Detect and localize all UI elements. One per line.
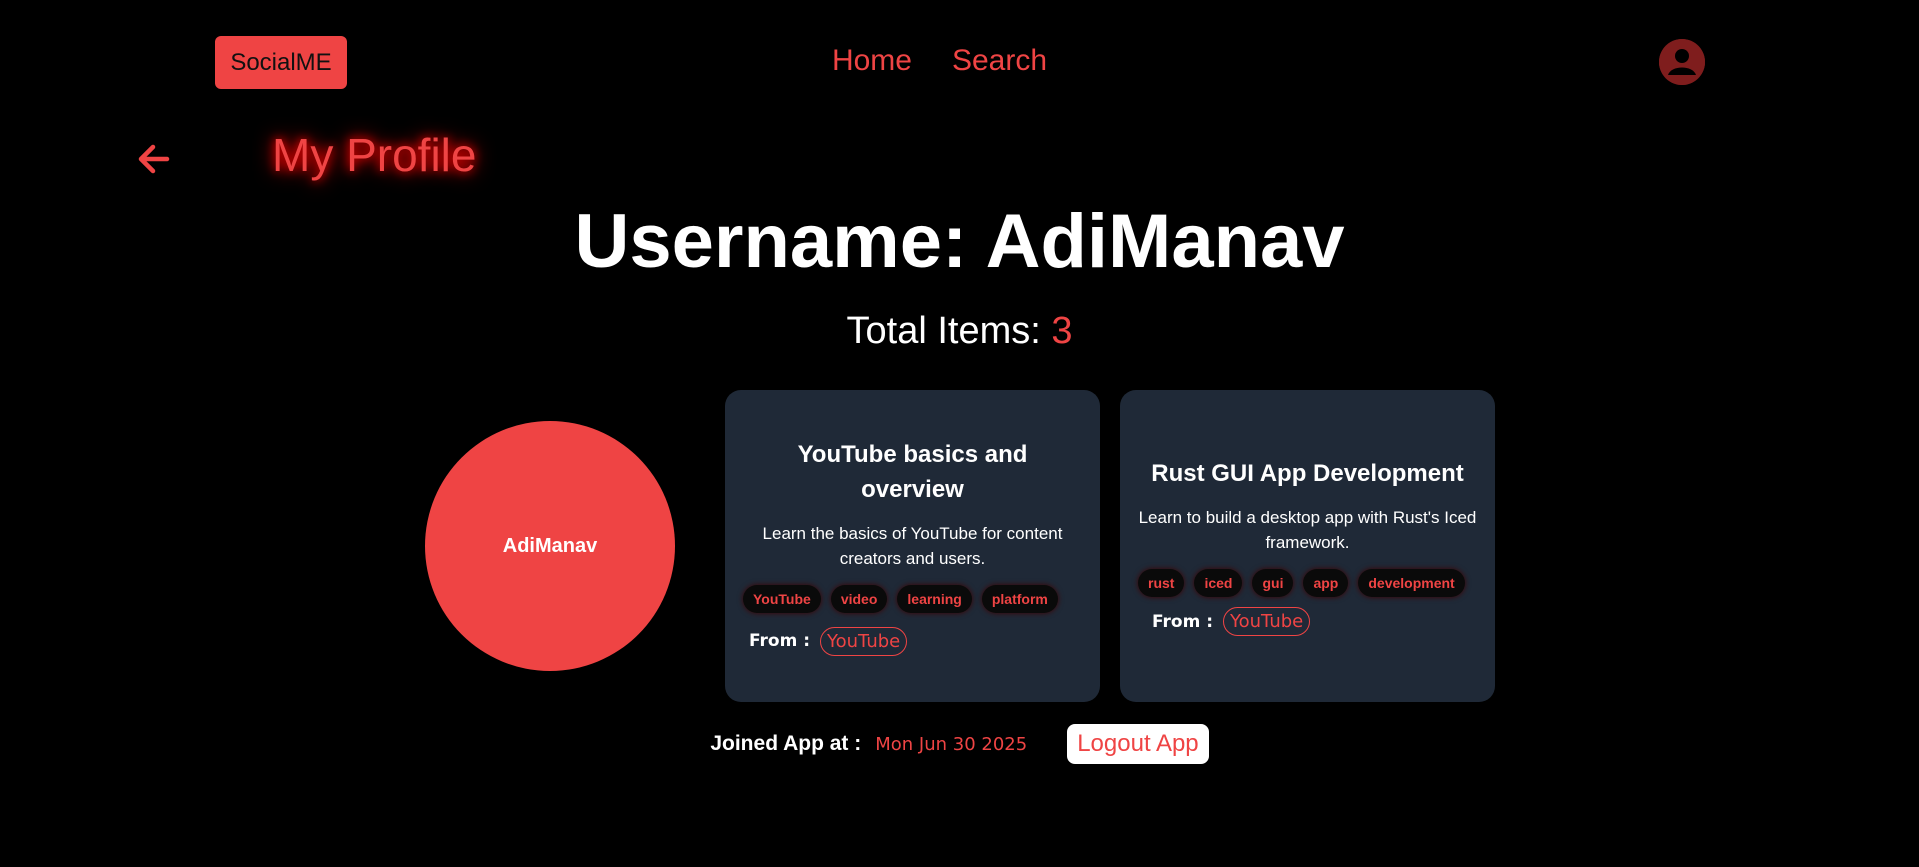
- tag: gui: [1252, 569, 1294, 597]
- joined-label: Joined App at :: [710, 732, 862, 755]
- item-title: Rust GUI App Development: [1151, 460, 1464, 487]
- tag: development: [1358, 569, 1465, 597]
- profile-avatar: AdiManav: [425, 421, 675, 671]
- profile-footer: Joined App at : Mon Jun 30 2025 Logout A…: [0, 724, 1919, 764]
- item-source: From : YouTube: [749, 626, 908, 656]
- item-tags: YouTube video learning platform From : Y…: [743, 584, 1082, 656]
- item-source: From : YouTube: [1152, 607, 1311, 636]
- page-title: My Profile: [272, 129, 477, 181]
- tag: app: [1303, 569, 1349, 597]
- tag: rust: [1138, 569, 1185, 597]
- nav-search-link[interactable]: Search: [952, 44, 1047, 78]
- back-button[interactable]: [133, 138, 175, 180]
- item-description: Learn the basics of YouTube for content …: [762, 523, 1063, 568]
- source-link[interactable]: YouTube: [1223, 607, 1311, 636]
- tag: platform: [981, 584, 1058, 613]
- logout-button[interactable]: Logout App: [1067, 724, 1209, 764]
- total-items-label: Total Items:: [846, 310, 1052, 352]
- top-nav: Home Search: [0, 44, 1919, 78]
- from-label: From :: [749, 631, 811, 651]
- nav-home-link[interactable]: Home: [832, 44, 912, 78]
- item-tags: rust iced gui app development From : You…: [1138, 569, 1477, 636]
- tag: YouTube: [743, 584, 821, 613]
- tag: iced: [1194, 569, 1243, 597]
- user-menu-button[interactable]: [1659, 39, 1705, 85]
- joined-date: Mon Jun 30 2025: [875, 733, 1028, 755]
- from-label: From :: [1152, 611, 1214, 632]
- item-description: Learn to build a desktop app with Rust's…: [1138, 508, 1477, 552]
- tag: learning: [897, 584, 972, 613]
- item-card[interactable]: YouTube basics and overview Learn the ba…: [725, 390, 1100, 702]
- item-card[interactable]: Rust GUI App Development Learn to build …: [1120, 390, 1495, 702]
- arrow-left-icon: [138, 144, 170, 174]
- tag: video: [830, 584, 888, 613]
- item-title: YouTube basics and overview: [797, 440, 1028, 503]
- source-link[interactable]: YouTube: [820, 626, 908, 656]
- user-circle-icon: [1659, 39, 1705, 85]
- total-items-count: 3: [1051, 310, 1073, 352]
- total-items: Total Items: 3: [0, 310, 1919, 353]
- username-heading: Username: AdiManav: [574, 199, 1345, 284]
